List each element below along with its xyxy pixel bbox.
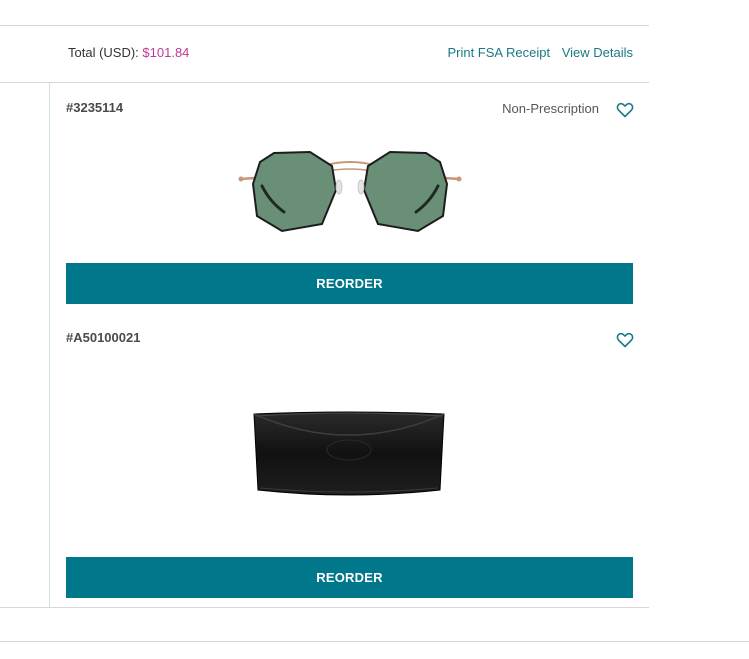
reorder-button[interactable]: REORDER <box>66 263 633 304</box>
page-bottom-divider <box>0 641 749 642</box>
view-details-link[interactable]: View Details <box>562 45 633 60</box>
summary-divider <box>0 82 649 83</box>
order-history-page: Total (USD): $101.84 Print FSA Receipt V… <box>0 0 749 659</box>
item-sku: #A50100021 <box>66 330 141 345</box>
total-amount: $101.84 <box>142 45 190 60</box>
heart-icon[interactable] <box>615 100 635 120</box>
heart-icon[interactable] <box>615 330 635 350</box>
items-bottom-divider <box>0 607 649 608</box>
order-total: Total (USD): $101.84 <box>68 45 189 60</box>
glasses-case-image <box>253 411 445 496</box>
top-divider <box>0 25 649 26</box>
items-left-border <box>49 83 50 607</box>
order-actions: Print FSA Receipt View Details <box>447 45 633 60</box>
lens-type-label: Non-Prescription <box>502 101 599 116</box>
item-sku: #3235114 <box>66 100 124 115</box>
print-fsa-receipt-link[interactable]: Print FSA Receipt <box>447 45 550 60</box>
sunglasses-image <box>238 150 462 233</box>
total-label: Total (USD): <box>68 45 139 60</box>
reorder-button[interactable]: REORDER <box>66 557 633 598</box>
